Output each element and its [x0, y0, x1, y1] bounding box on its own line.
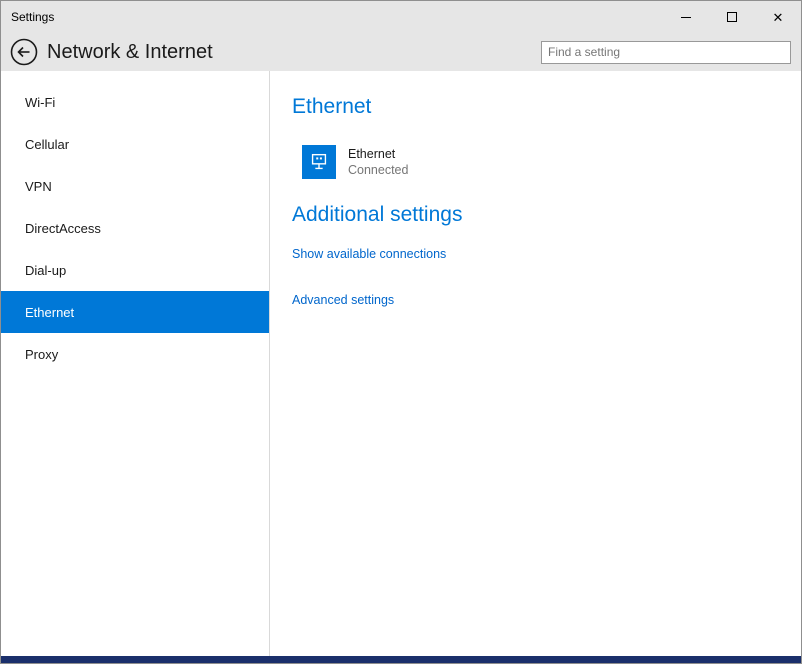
- ethernet-connection-item[interactable]: Ethernet Connected: [302, 145, 801, 179]
- sidebar-item-dialup[interactable]: Dial-up: [1, 249, 269, 291]
- window-title: Settings: [1, 10, 663, 24]
- additional-settings-heading: Additional settings: [292, 203, 801, 227]
- minimize-button[interactable]: [663, 1, 709, 33]
- sidebar-item-proxy[interactable]: Proxy: [1, 333, 269, 375]
- sidebar-item-ethernet[interactable]: Ethernet: [1, 291, 269, 333]
- close-button[interactable]: ✕: [755, 1, 801, 33]
- close-icon: ✕: [773, 11, 784, 24]
- window-body: Wi-Fi Cellular VPN DirectAccess Dial-up …: [1, 71, 801, 656]
- ethernet-icon: [302, 145, 336, 179]
- settings-window: Settings ✕ Network & Internet: [0, 0, 802, 664]
- connection-status: Connected: [348, 163, 408, 177]
- back-button[interactable]: [9, 37, 39, 67]
- back-arrow-icon: [10, 38, 38, 66]
- sidebar-item-directaccess[interactable]: DirectAccess: [1, 207, 269, 249]
- title-bar[interactable]: Settings ✕: [1, 1, 801, 33]
- search-input[interactable]: [541, 41, 791, 64]
- sidebar-item-cellular[interactable]: Cellular: [1, 123, 269, 165]
- connection-name: Ethernet: [348, 147, 408, 161]
- advanced-settings-link[interactable]: Advanced settings: [292, 293, 394, 307]
- window-controls: ✕: [663, 1, 801, 33]
- page-title: Network & Internet: [47, 41, 541, 64]
- window-bottom-border: [1, 656, 801, 663]
- minimize-icon: [681, 17, 691, 18]
- sidebar-nav: Wi-Fi Cellular VPN DirectAccess Dial-up …: [1, 71, 269, 656]
- page-header: Network & Internet: [1, 33, 801, 71]
- sidebar-item-wifi[interactable]: Wi-Fi: [1, 81, 269, 123]
- ethernet-section-heading: Ethernet: [292, 95, 801, 119]
- sidebar-item-vpn[interactable]: VPN: [1, 165, 269, 207]
- main-content: Ethernet Ethernet Connected Additio: [270, 71, 801, 656]
- ethernet-connection-text: Ethernet Connected: [348, 147, 408, 177]
- show-available-connections-link[interactable]: Show available connections: [292, 247, 446, 261]
- maximize-button[interactable]: [709, 1, 755, 33]
- maximize-icon: [727, 12, 737, 22]
